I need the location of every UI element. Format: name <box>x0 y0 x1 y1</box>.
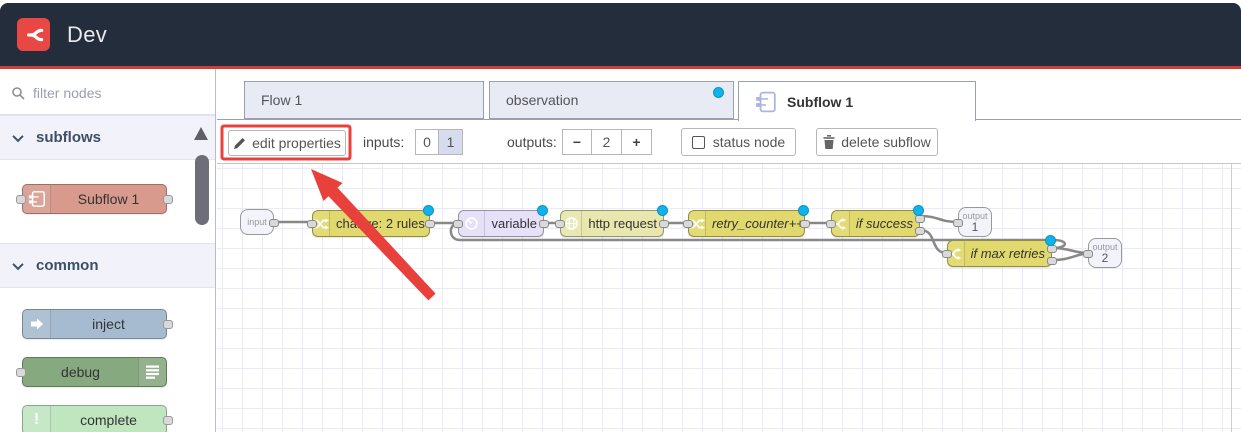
tab-observation[interactable]: observation <box>489 81 734 119</box>
subflow-input-node[interactable]: input <box>240 209 279 235</box>
node-port[interactable] <box>826 220 836 228</box>
outputs-label: outputs: <box>507 134 557 150</box>
node-port[interactable] <box>1083 250 1093 258</box>
palette-category-common[interactable]: common <box>0 243 215 288</box>
node-port[interactable] <box>1047 245 1057 253</box>
node-port[interactable] <box>683 220 693 228</box>
modified-indicator-dot <box>713 87 724 98</box>
subflow-icon <box>755 91 777 113</box>
trash-icon <box>823 135 835 149</box>
node-red-editor: Dev subflows <box>0 0 1241 432</box>
node-port[interactable] <box>659 220 669 228</box>
flow-node-http-request[interactable]: http request <box>555 205 669 237</box>
pencil-icon <box>234 137 246 149</box>
search-icon <box>12 86 25 100</box>
outputs-decrement-button[interactable]: − <box>562 129 592 155</box>
edit-properties-button[interactable]: edit properties <box>228 130 346 156</box>
palette-category-subflows[interactable]: subflows <box>0 115 215 160</box>
modified-indicator-dot <box>1045 235 1056 246</box>
palette-port <box>163 416 173 425</box>
workspace-tabs: Flow 1 observation Subflow 1 <box>217 72 1241 121</box>
flow-node-if-success[interactable]: if success <box>826 205 925 237</box>
flow-node-change-2-rules[interactable]: change: 2 rules <box>307 205 435 237</box>
node-port[interactable] <box>915 215 925 223</box>
exclamation-icon: ! <box>23 406 51 432</box>
checkbox-icon <box>691 135 705 149</box>
palette-search <box>0 72 215 115</box>
node-port[interactable] <box>915 227 925 235</box>
subflow-output-1-node[interactable]: output 1 <box>953 207 992 237</box>
node-port[interactable] <box>307 220 317 228</box>
palette-node-subflow-1[interactable]: Subflow 1 <box>16 184 173 214</box>
filter-nodes-input[interactable] <box>33 85 183 101</box>
outputs-stepper: − 2 + <box>562 129 652 155</box>
inputs-option-1[interactable]: 1 <box>439 129 463 155</box>
node-port[interactable] <box>425 220 435 228</box>
outputs-value[interactable]: 2 <box>592 129 622 155</box>
flow-canvas[interactable]: input change: 2 rules variable http requ… <box>217 164 1241 432</box>
chevron-down-icon <box>12 130 24 142</box>
palette-scrollbar-thumb[interactable] <box>195 155 209 225</box>
node-port[interactable] <box>800 220 810 228</box>
tab-subflow-1[interactable]: Subflow 1 <box>738 81 976 121</box>
node-port[interactable] <box>555 220 565 228</box>
node-port[interactable] <box>453 220 463 228</box>
palette-scroll-up-icon[interactable] <box>194 127 208 140</box>
flow-node-if-max-retries[interactable]: if max retries <box>942 235 1057 267</box>
subflow-toolbar: edit properties inputs: 0 1 outputs: − 2… <box>217 120 1241 164</box>
workspace-title: Dev <box>67 21 108 47</box>
tab-flow-1[interactable]: Flow 1 <box>244 81 484 119</box>
palette-port <box>16 195 26 204</box>
palette-port <box>163 320 173 329</box>
modified-indicator-dot <box>913 205 924 216</box>
outputs-increment-button[interactable]: + <box>622 129 652 155</box>
delete-subflow-button[interactable]: delete subflow <box>816 128 938 156</box>
app-header: Dev <box>0 3 1241 66</box>
node-red-logo-icon <box>17 18 50 51</box>
node-port[interactable] <box>942 250 952 258</box>
palette-port <box>16 368 26 377</box>
debug-list-icon <box>138 358 166 386</box>
inputs-toggle: 0 1 <box>415 129 463 155</box>
palette-node-debug[interactable]: debug <box>16 357 167 387</box>
modified-indicator-dot <box>798 205 809 216</box>
flow-node-retry-counter[interactable]: retry_counter++ <box>683 205 810 237</box>
subflow-output-2-node[interactable]: output 2 <box>1083 238 1122 268</box>
palette-node-complete[interactable]: ! complete <box>22 405 173 432</box>
node-port[interactable] <box>539 220 549 228</box>
inputs-label: inputs: <box>363 134 405 150</box>
flow-node-variable[interactable]: variable <box>453 205 549 237</box>
chevron-down-icon <box>12 258 24 270</box>
inputs-option-0[interactable]: 0 <box>415 129 439 155</box>
inject-arrow-icon <box>23 310 51 338</box>
node-port[interactable] <box>269 219 279 227</box>
node-port[interactable] <box>953 219 963 227</box>
modified-indicator-dot <box>423 205 434 216</box>
modified-indicator-dot <box>657 205 668 216</box>
palette-sidebar: subflows Subflow 1 common <box>0 69 216 432</box>
subflow-icon <box>23 185 51 213</box>
status-node-toggle[interactable]: status node <box>681 128 796 156</box>
wires <box>272 214 1090 262</box>
modified-indicator-dot <box>537 205 548 216</box>
node-port[interactable] <box>1047 257 1057 265</box>
palette-port <box>163 195 173 204</box>
palette-node-inject[interactable]: inject <box>22 309 173 339</box>
